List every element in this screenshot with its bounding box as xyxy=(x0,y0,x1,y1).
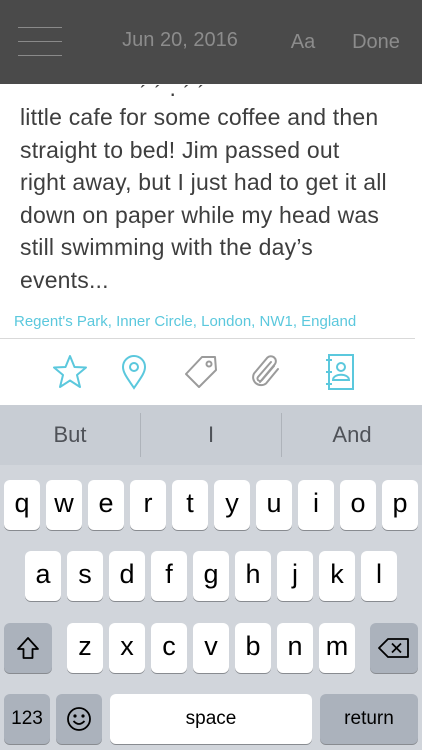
entry-toolbar xyxy=(0,340,422,404)
key-t[interactable]: t xyxy=(172,480,208,530)
entry-line: events... xyxy=(20,266,109,293)
predictive-bar: But I And xyxy=(0,405,422,465)
key-j[interactable]: j xyxy=(277,551,313,601)
key-m[interactable]: m xyxy=(319,623,355,673)
prediction-item[interactable]: I xyxy=(141,405,281,465)
key-d[interactable]: d xyxy=(109,551,145,601)
entry-line: little cafe for some coffee and then xyxy=(20,104,379,130)
backspace-icon xyxy=(378,638,409,658)
contact-book-icon[interactable] xyxy=(320,352,360,392)
key-v[interactable]: v xyxy=(193,623,229,673)
entry-line: still swimming with the day’s xyxy=(20,234,313,260)
entry-date[interactable]: Jun 20, 2016 xyxy=(110,29,250,52)
delete-key[interactable] xyxy=(370,623,418,673)
location-link[interactable]: Regent's Park, Inner Circle, London, NW1… xyxy=(14,313,356,330)
menu-icon[interactable] xyxy=(18,27,64,57)
prediction-item[interactable]: And xyxy=(282,405,422,465)
emoji-key[interactable] xyxy=(56,694,102,744)
top-bar: Jun 20, 2016 Aa Done xyxy=(0,0,422,84)
entry-line: right away, but I just had to get it all xyxy=(20,169,387,195)
shift-key[interactable] xyxy=(4,623,52,673)
keyboard: But I And q w e r t y u i o p a s d f g … xyxy=(0,405,422,750)
star-icon[interactable] xyxy=(50,352,90,392)
key-i[interactable]: i xyxy=(298,480,334,530)
emoji-icon xyxy=(67,707,91,731)
return-key[interactable]: return xyxy=(320,694,418,744)
location-pin-icon[interactable] xyxy=(114,352,154,392)
key-p[interactable]: p xyxy=(382,480,418,530)
key-y[interactable]: y xyxy=(214,480,250,530)
paperclip-icon[interactable] xyxy=(247,352,287,392)
key-g[interactable]: g xyxy=(193,551,229,601)
done-button[interactable]: Done xyxy=(346,31,406,54)
key-o[interactable]: o xyxy=(340,480,376,530)
key-z[interactable]: z xyxy=(67,623,103,673)
numbers-key[interactable]: 123 xyxy=(4,694,50,744)
key-h[interactable]: h xyxy=(235,551,271,601)
key-q[interactable]: q xyxy=(4,480,40,530)
key-u[interactable]: u xyxy=(256,480,292,530)
divider xyxy=(0,338,415,339)
shift-icon xyxy=(17,637,39,659)
entry-text-fragment: ´ ´ · ´ ´ xyxy=(140,85,206,101)
key-a[interactable]: a xyxy=(25,551,61,601)
key-w[interactable]: w xyxy=(46,480,82,530)
font-size-button[interactable]: Aa xyxy=(287,31,319,54)
key-l[interactable]: l xyxy=(361,551,397,601)
space-key[interactable]: space xyxy=(110,694,312,744)
entry-text-area[interactable]: ´ ´ · ´ ´ little cafe for some coffee an… xyxy=(20,85,412,300)
prediction-item[interactable]: But xyxy=(0,405,140,465)
key-c[interactable]: c xyxy=(151,623,187,673)
key-x[interactable]: x xyxy=(109,623,145,673)
key-e[interactable]: e xyxy=(88,480,124,530)
key-s[interactable]: s xyxy=(67,551,103,601)
key-n[interactable]: n xyxy=(277,623,313,673)
key-f[interactable]: f xyxy=(151,551,187,601)
key-b[interactable]: b xyxy=(235,623,271,673)
entry-line: straight to bed! Jim passed out xyxy=(20,136,340,163)
key-k[interactable]: k xyxy=(319,551,355,601)
entry-line: down on paper while my head was xyxy=(20,201,380,228)
key-r[interactable]: r xyxy=(130,480,166,530)
tag-icon[interactable] xyxy=(181,352,221,392)
